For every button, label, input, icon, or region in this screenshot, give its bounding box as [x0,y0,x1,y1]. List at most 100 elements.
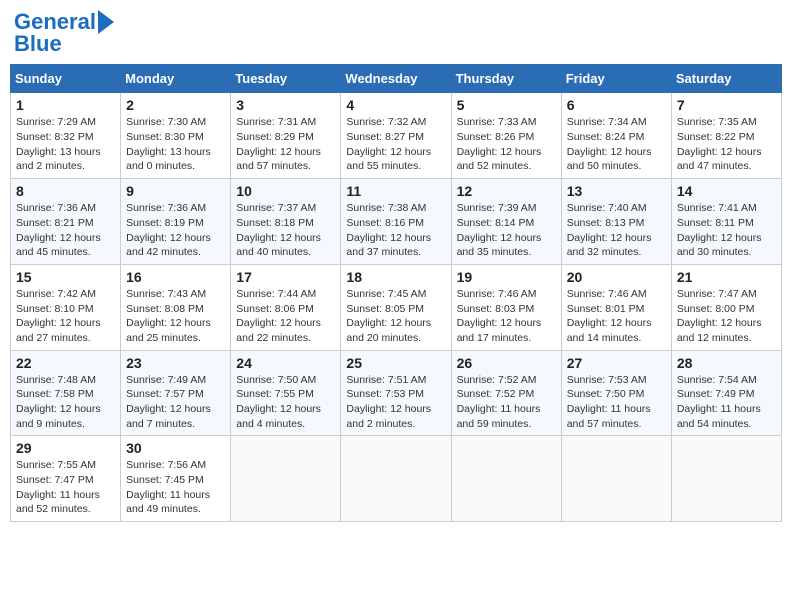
day-number: 7 [677,97,776,113]
cell-info: Sunrise: 7:47 AM Sunset: 8:00 PM Dayligh… [677,287,776,346]
calendar-cell: 19 Sunrise: 7:46 AM Sunset: 8:03 PM Dayl… [451,264,561,350]
calendar-week-2: 8 Sunrise: 7:36 AM Sunset: 8:21 PM Dayli… [11,179,782,265]
cell-info: Sunrise: 7:36 AM Sunset: 8:19 PM Dayligh… [126,201,225,260]
day-number: 9 [126,183,225,199]
cell-info: Sunrise: 7:55 AM Sunset: 7:47 PM Dayligh… [16,458,115,517]
calendar-cell: 2 Sunrise: 7:30 AM Sunset: 8:30 PM Dayli… [121,93,231,179]
calendar-cell: 30 Sunrise: 7:56 AM Sunset: 7:45 PM Dayl… [121,436,231,522]
calendar-cell: 5 Sunrise: 7:33 AM Sunset: 8:26 PM Dayli… [451,93,561,179]
day-number: 15 [16,269,115,285]
logo: General Blue [14,10,118,56]
calendar-cell: 17 Sunrise: 7:44 AM Sunset: 8:06 PM Dayl… [231,264,341,350]
day-number: 22 [16,355,115,371]
logo-blue: Blue [14,32,114,56]
cell-info: Sunrise: 7:51 AM Sunset: 7:53 PM Dayligh… [346,373,445,432]
calendar-week-3: 15 Sunrise: 7:42 AM Sunset: 8:10 PM Dayl… [11,264,782,350]
cell-info: Sunrise: 7:53 AM Sunset: 7:50 PM Dayligh… [567,373,666,432]
cell-info: Sunrise: 7:46 AM Sunset: 8:03 PM Dayligh… [457,287,556,346]
cell-info: Sunrise: 7:52 AM Sunset: 7:52 PM Dayligh… [457,373,556,432]
calendar-cell [671,436,781,522]
page-header: General Blue [10,10,782,56]
calendar-cell: 18 Sunrise: 7:45 AM Sunset: 8:05 PM Dayl… [341,264,451,350]
calendar-header-row: SundayMondayTuesdayWednesdayThursdayFrid… [11,65,782,93]
day-number: 8 [16,183,115,199]
column-header-thursday: Thursday [451,65,561,93]
calendar-cell: 6 Sunrise: 7:34 AM Sunset: 8:24 PM Dayli… [561,93,671,179]
cell-info: Sunrise: 7:46 AM Sunset: 8:01 PM Dayligh… [567,287,666,346]
calendar-cell: 7 Sunrise: 7:35 AM Sunset: 8:22 PM Dayli… [671,93,781,179]
calendar-cell: 16 Sunrise: 7:43 AM Sunset: 8:08 PM Dayl… [121,264,231,350]
cell-info: Sunrise: 7:31 AM Sunset: 8:29 PM Dayligh… [236,115,335,174]
day-number: 20 [567,269,666,285]
day-number: 29 [16,440,115,456]
cell-info: Sunrise: 7:43 AM Sunset: 8:08 PM Dayligh… [126,287,225,346]
cell-info: Sunrise: 7:48 AM Sunset: 7:58 PM Dayligh… [16,373,115,432]
calendar-cell [231,436,341,522]
calendar-cell: 21 Sunrise: 7:47 AM Sunset: 8:00 PM Dayl… [671,264,781,350]
day-number: 14 [677,183,776,199]
calendar-week-5: 29 Sunrise: 7:55 AM Sunset: 7:47 PM Dayl… [11,436,782,522]
cell-info: Sunrise: 7:36 AM Sunset: 8:21 PM Dayligh… [16,201,115,260]
calendar-cell: 20 Sunrise: 7:46 AM Sunset: 8:01 PM Dayl… [561,264,671,350]
day-number: 28 [677,355,776,371]
calendar-cell: 24 Sunrise: 7:50 AM Sunset: 7:55 PM Dayl… [231,350,341,436]
day-number: 23 [126,355,225,371]
column-header-friday: Friday [561,65,671,93]
day-number: 4 [346,97,445,113]
calendar-cell: 27 Sunrise: 7:53 AM Sunset: 7:50 PM Dayl… [561,350,671,436]
calendar-cell: 12 Sunrise: 7:39 AM Sunset: 8:14 PM Dayl… [451,179,561,265]
calendar-cell [451,436,561,522]
cell-info: Sunrise: 7:50 AM Sunset: 7:55 PM Dayligh… [236,373,335,432]
day-number: 1 [16,97,115,113]
column-header-wednesday: Wednesday [341,65,451,93]
cell-info: Sunrise: 7:56 AM Sunset: 7:45 PM Dayligh… [126,458,225,517]
calendar-cell: 22 Sunrise: 7:48 AM Sunset: 7:58 PM Dayl… [11,350,121,436]
calendar-cell: 9 Sunrise: 7:36 AM Sunset: 8:19 PM Dayli… [121,179,231,265]
cell-info: Sunrise: 7:40 AM Sunset: 8:13 PM Dayligh… [567,201,666,260]
calendar-table: SundayMondayTuesdayWednesdayThursdayFrid… [10,64,782,522]
cell-info: Sunrise: 7:45 AM Sunset: 8:05 PM Dayligh… [346,287,445,346]
calendar-cell [341,436,451,522]
day-number: 6 [567,97,666,113]
calendar-cell: 4 Sunrise: 7:32 AM Sunset: 8:27 PM Dayli… [341,93,451,179]
cell-info: Sunrise: 7:32 AM Sunset: 8:27 PM Dayligh… [346,115,445,174]
day-number: 16 [126,269,225,285]
calendar-cell: 29 Sunrise: 7:55 AM Sunset: 7:47 PM Dayl… [11,436,121,522]
column-header-monday: Monday [121,65,231,93]
calendar-cell: 11 Sunrise: 7:38 AM Sunset: 8:16 PM Dayl… [341,179,451,265]
calendar-week-1: 1 Sunrise: 7:29 AM Sunset: 8:32 PM Dayli… [11,93,782,179]
logo-arrow-icon [98,10,114,34]
cell-info: Sunrise: 7:35 AM Sunset: 8:22 PM Dayligh… [677,115,776,174]
calendar-cell: 25 Sunrise: 7:51 AM Sunset: 7:53 PM Dayl… [341,350,451,436]
cell-info: Sunrise: 7:41 AM Sunset: 8:11 PM Dayligh… [677,201,776,260]
day-number: 21 [677,269,776,285]
cell-info: Sunrise: 7:33 AM Sunset: 8:26 PM Dayligh… [457,115,556,174]
day-number: 12 [457,183,556,199]
day-number: 25 [346,355,445,371]
day-number: 19 [457,269,556,285]
calendar-cell: 3 Sunrise: 7:31 AM Sunset: 8:29 PM Dayli… [231,93,341,179]
calendar-cell [561,436,671,522]
calendar-cell: 13 Sunrise: 7:40 AM Sunset: 8:13 PM Dayl… [561,179,671,265]
day-number: 2 [126,97,225,113]
cell-info: Sunrise: 7:29 AM Sunset: 8:32 PM Dayligh… [16,115,115,174]
calendar-cell: 28 Sunrise: 7:54 AM Sunset: 7:49 PM Dayl… [671,350,781,436]
calendar-cell: 14 Sunrise: 7:41 AM Sunset: 8:11 PM Dayl… [671,179,781,265]
day-number: 26 [457,355,556,371]
calendar-cell: 23 Sunrise: 7:49 AM Sunset: 7:57 PM Dayl… [121,350,231,436]
calendar-week-4: 22 Sunrise: 7:48 AM Sunset: 7:58 PM Dayl… [11,350,782,436]
day-number: 13 [567,183,666,199]
day-number: 17 [236,269,335,285]
calendar-cell: 10 Sunrise: 7:37 AM Sunset: 8:18 PM Dayl… [231,179,341,265]
cell-info: Sunrise: 7:38 AM Sunset: 8:16 PM Dayligh… [346,201,445,260]
day-number: 18 [346,269,445,285]
cell-info: Sunrise: 7:54 AM Sunset: 7:49 PM Dayligh… [677,373,776,432]
calendar-cell: 1 Sunrise: 7:29 AM Sunset: 8:32 PM Dayli… [11,93,121,179]
day-number: 27 [567,355,666,371]
cell-info: Sunrise: 7:44 AM Sunset: 8:06 PM Dayligh… [236,287,335,346]
day-number: 24 [236,355,335,371]
day-number: 30 [126,440,225,456]
calendar-cell: 8 Sunrise: 7:36 AM Sunset: 8:21 PM Dayli… [11,179,121,265]
calendar-cell: 26 Sunrise: 7:52 AM Sunset: 7:52 PM Dayl… [451,350,561,436]
day-number: 10 [236,183,335,199]
